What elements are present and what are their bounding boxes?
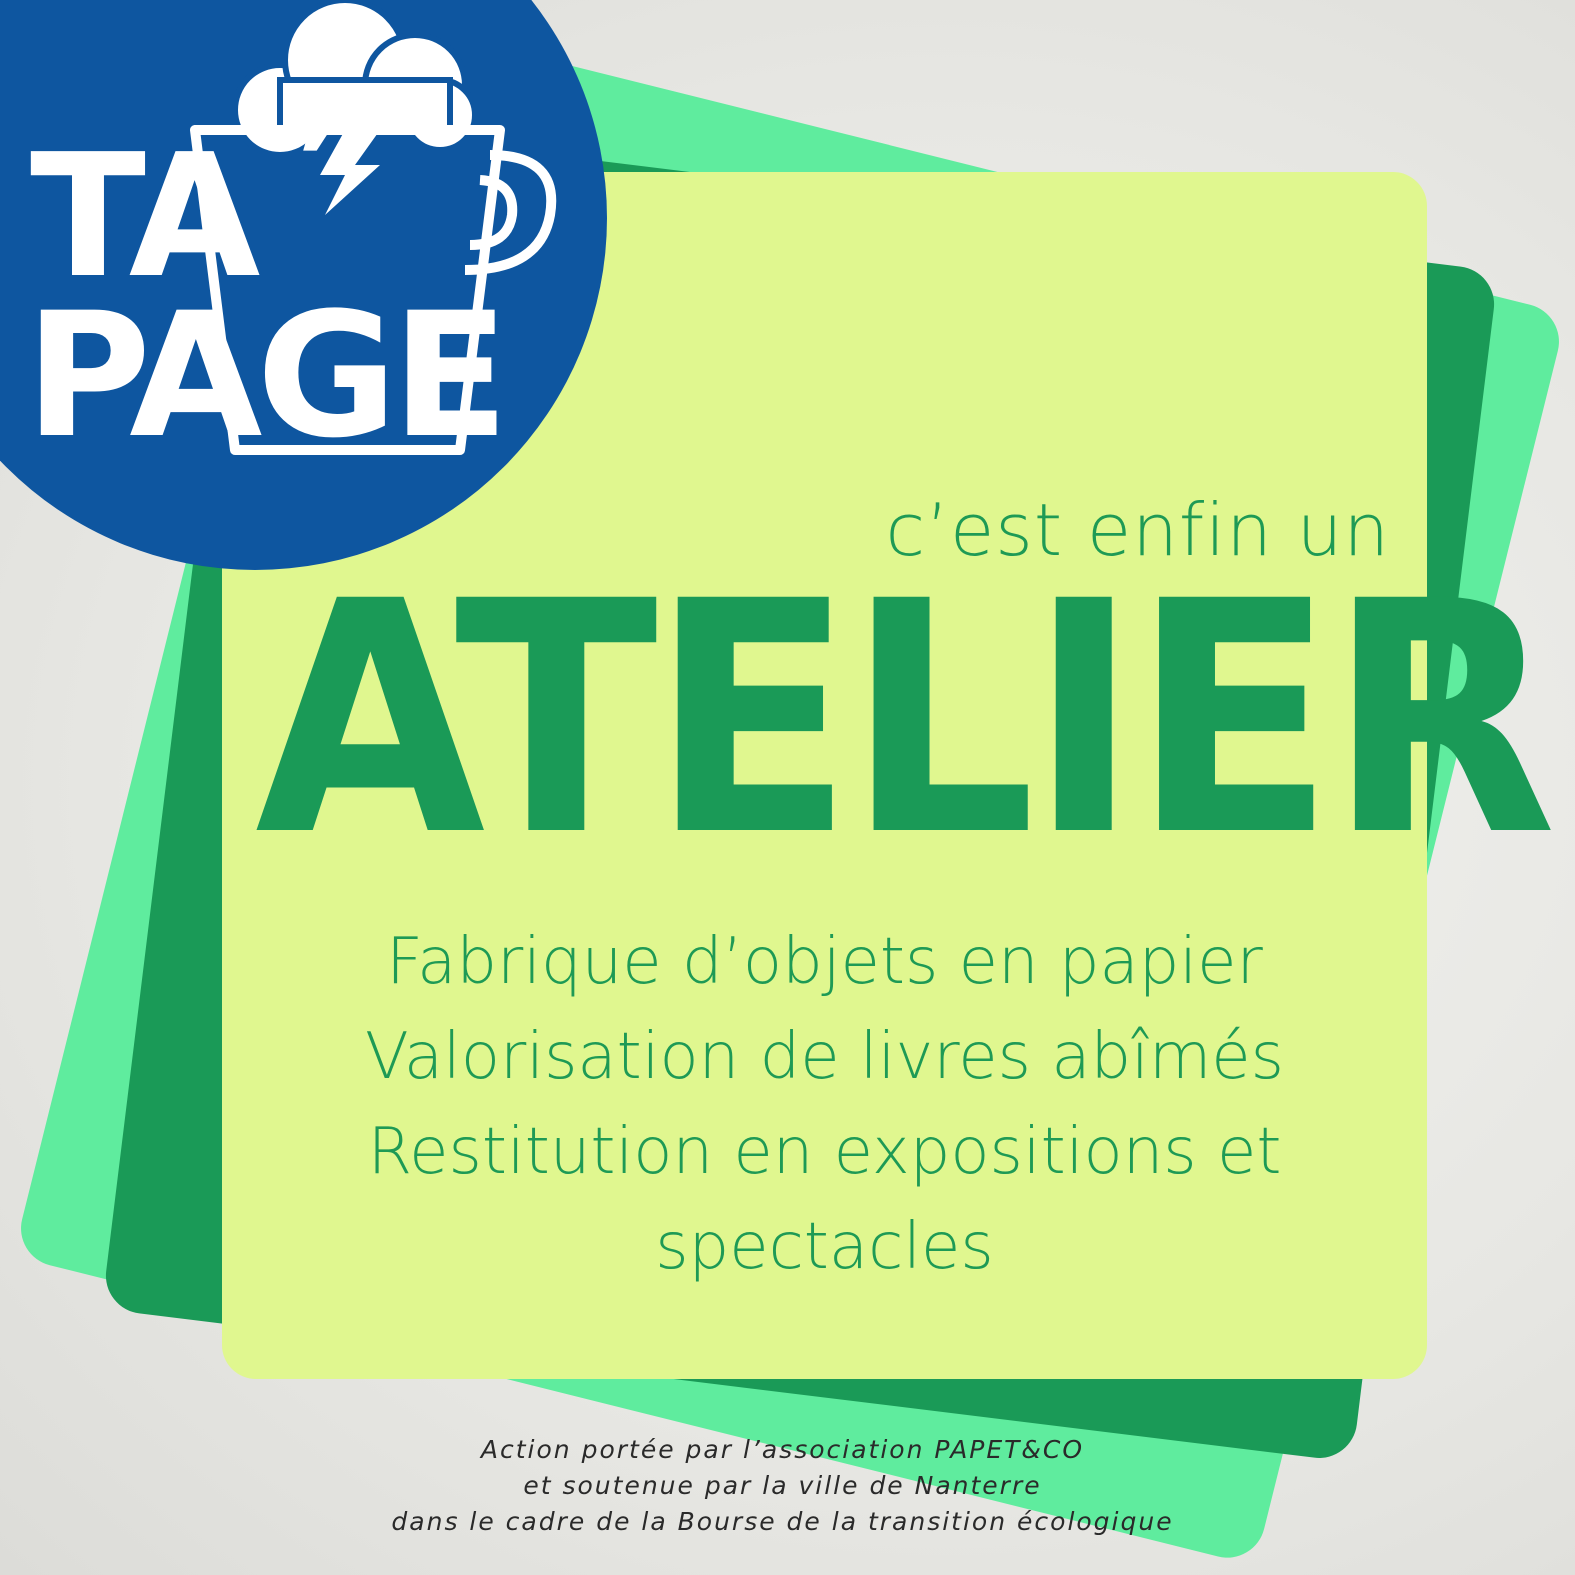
feature-list: Fabrique d’objets en papier Valorisation…: [232, 915, 1417, 1295]
logo-apostrophe: ’: [295, 84, 344, 236]
feature-item: spectacles: [655, 1210, 994, 1284]
feature-item: Restitution en expositions et: [367, 1115, 1282, 1189]
credit-line: dans le cadre de la Bourse de la transit…: [391, 1507, 1174, 1536]
tapage-logo: TA ’ PAGE: [0, 0, 610, 575]
feature-item: Fabrique d’objets en papier: [386, 925, 1263, 999]
credits: Action portée par l’association PAPET&CO…: [300, 1432, 1265, 1540]
credit-line: Action portée par l’association PAPET&CO: [480, 1435, 1085, 1464]
headline: ATELIER: [255, 534, 1557, 906]
logo-text-line2: PAGE: [25, 275, 503, 476]
credit-line: et soutenue par la ville de Nanterre: [523, 1471, 1042, 1500]
feature-item: Valorisation de livres abîmés: [365, 1020, 1284, 1094]
